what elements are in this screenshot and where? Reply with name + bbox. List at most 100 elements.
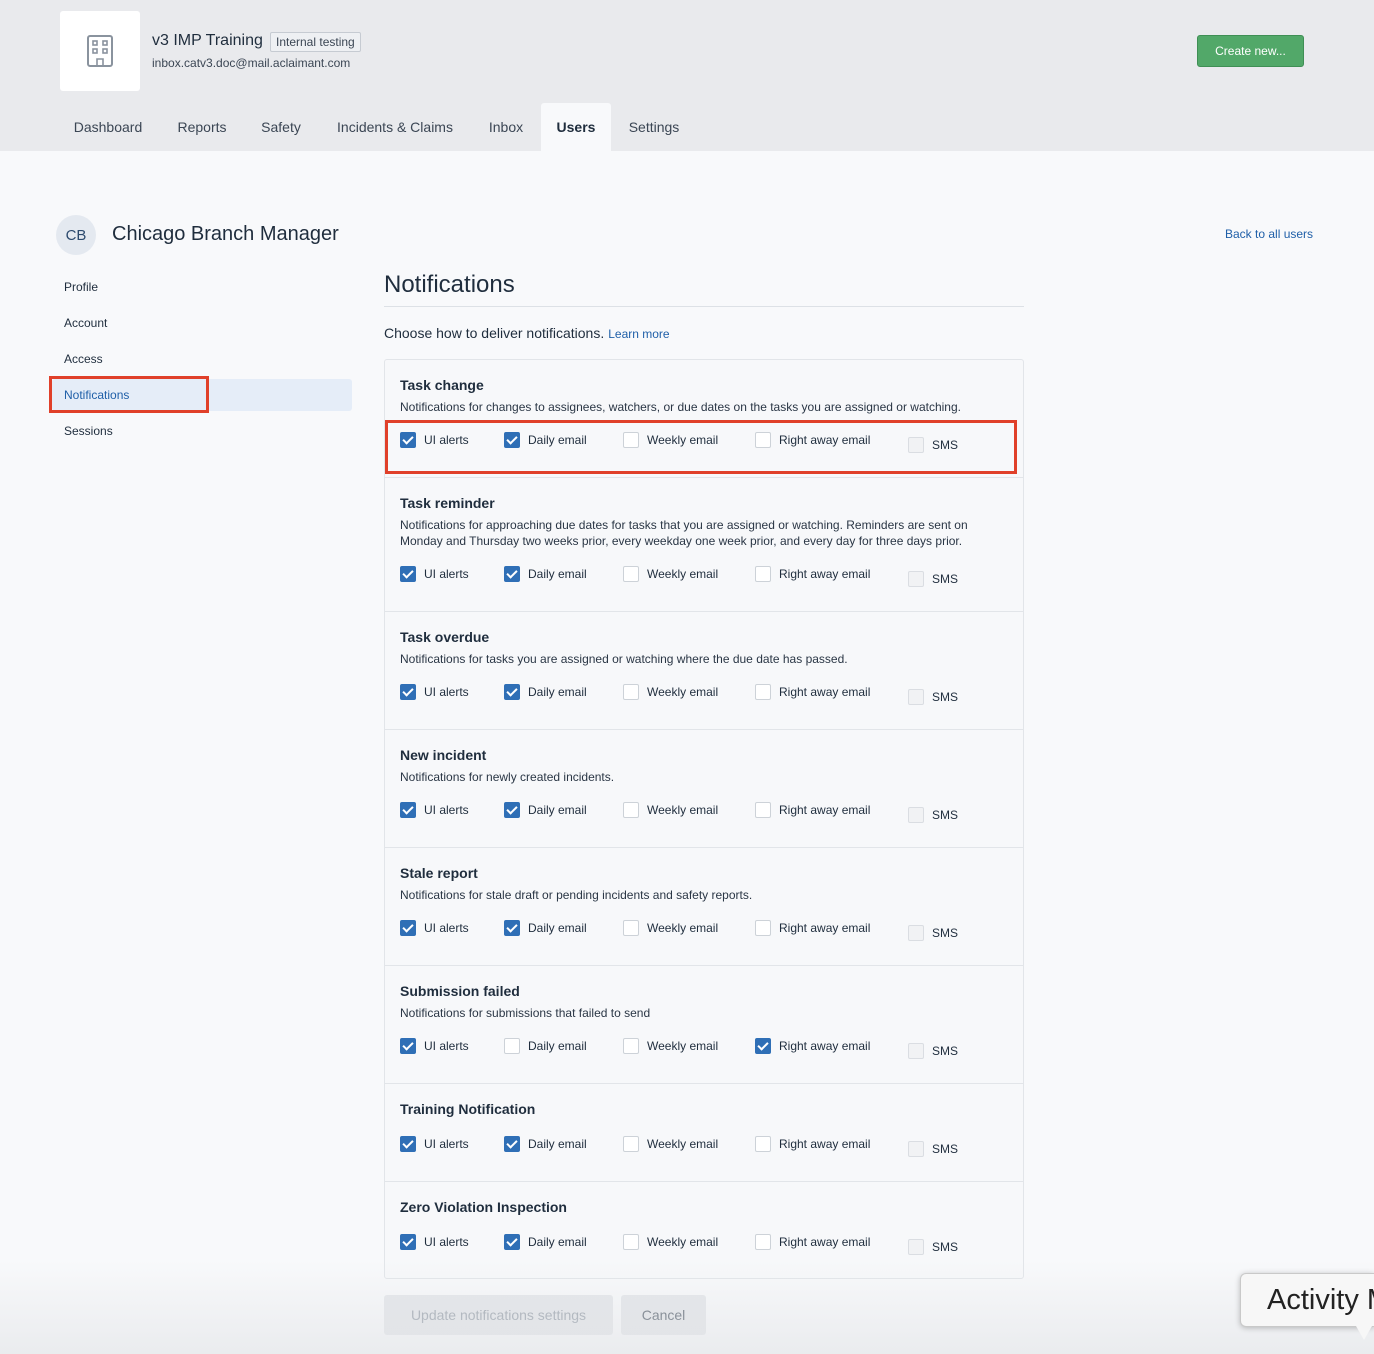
daily-email-checkbox[interactable] — [504, 1234, 520, 1250]
daily-email-option[interactable]: Daily email — [504, 802, 587, 818]
ui-alerts-checkbox[interactable] — [400, 920, 416, 936]
right-away-email-checkbox[interactable] — [755, 1234, 771, 1250]
right-away-email-checkbox[interactable] — [755, 920, 771, 936]
daily-email-option[interactable]: Daily email — [504, 1234, 587, 1250]
group-title: Training Notification — [400, 1101, 536, 1117]
group-title: Task overdue — [400, 629, 490, 645]
building-icon — [87, 35, 113, 67]
sms-option[interactable]: SMS — [908, 1239, 958, 1255]
right-away-email-option[interactable]: Right away email — [755, 684, 870, 700]
weekly-email-checkbox[interactable] — [623, 1136, 639, 1152]
ui-alerts-option[interactable]: UI alerts — [400, 920, 469, 936]
right-away-email-checkbox[interactable] — [755, 684, 771, 700]
daily-email-checkbox[interactable] — [504, 684, 520, 700]
right-away-email-label: Right away email — [779, 1137, 871, 1151]
group-divider — [385, 847, 1023, 848]
daily-email-checkbox[interactable] — [504, 802, 520, 818]
tab-safety[interactable]: Safety — [248, 103, 314, 151]
daily-email-option[interactable]: Daily email — [504, 1038, 587, 1054]
weekly-email-checkbox[interactable] — [623, 802, 639, 818]
daily-email-option[interactable]: Daily email — [504, 684, 587, 700]
ui-alerts-checkbox[interactable] — [400, 684, 416, 700]
right-away-email-option[interactable]: Right away email — [755, 1234, 870, 1250]
page-title: Chicago Branch Manager — [112, 223, 339, 245]
right-away-email-checkbox[interactable] — [755, 1038, 771, 1054]
daily-email-option[interactable]: Daily email — [504, 566, 587, 582]
ui-alerts-checkbox[interactable] — [400, 1038, 416, 1054]
right-away-email-option[interactable]: Right away email — [755, 802, 870, 818]
daily-email-checkbox[interactable] — [504, 1136, 520, 1152]
right-away-email-label: Right away email — [779, 803, 871, 817]
sidebar-item-account[interactable]: Account — [64, 316, 107, 330]
tab-incidents-claims[interactable]: Incidents & Claims — [322, 103, 468, 151]
daily-email-label: Daily email — [528, 1235, 587, 1249]
right-away-email-option[interactable]: Right away email — [755, 1038, 870, 1054]
create-new-button[interactable]: Create new... — [1197, 35, 1304, 67]
tab-reports[interactable]: Reports — [164, 103, 240, 151]
right-away-email-label: Right away email — [779, 1039, 871, 1053]
sms-option[interactable]: SMS — [908, 1141, 958, 1157]
daily-email-checkbox[interactable] — [504, 1038, 520, 1054]
ui-alerts-option[interactable]: UI alerts — [400, 1136, 469, 1152]
weekly-email-option[interactable]: Weekly email — [623, 802, 718, 818]
weekly-email-option[interactable]: Weekly email — [623, 1234, 718, 1250]
update-notifications-button[interactable]: Update notifications settings — [384, 1295, 613, 1335]
ui-alerts-checkbox[interactable] — [400, 1234, 416, 1250]
tab-users[interactable]: Users — [541, 103, 611, 151]
daily-email-checkbox[interactable] — [504, 566, 520, 582]
weekly-email-label: Weekly email — [647, 921, 719, 935]
daily-email-option[interactable]: Daily email — [504, 1136, 587, 1152]
weekly-email-option[interactable]: Weekly email — [623, 1038, 718, 1054]
right-away-email-option[interactable]: Right away email — [755, 920, 870, 936]
right-away-email-option[interactable]: Right away email — [755, 566, 870, 582]
sms-option[interactable]: SMS — [908, 689, 958, 705]
daily-email-label: Daily email — [528, 1137, 587, 1151]
tab-dashboard[interactable]: Dashboard — [60, 103, 156, 151]
group-divider — [385, 477, 1023, 478]
sms-option[interactable]: SMS — [908, 925, 958, 941]
ui-alerts-option[interactable]: UI alerts — [400, 1038, 469, 1054]
ui-alerts-option[interactable]: UI alerts — [400, 802, 469, 818]
back-to-all-users-link[interactable]: Back to all users — [1225, 227, 1313, 241]
right-away-email-checkbox[interactable] — [755, 802, 771, 818]
weekly-email-checkbox[interactable] — [623, 684, 639, 700]
weekly-email-checkbox[interactable] — [623, 920, 639, 936]
sidebar-item-access[interactable]: Access — [64, 352, 103, 366]
weekly-email-option[interactable]: Weekly email — [623, 684, 718, 700]
group-title: Zero Violation Inspection — [400, 1199, 567, 1215]
group-divider — [385, 1181, 1023, 1182]
weekly-email-checkbox[interactable] — [623, 566, 639, 582]
daily-email-option[interactable]: Daily email — [504, 920, 587, 936]
ui-alerts-checkbox[interactable] — [400, 566, 416, 582]
weekly-email-option[interactable]: Weekly email — [623, 566, 718, 582]
right-away-email-checkbox[interactable] — [755, 1136, 771, 1152]
sidebar-item-sessions[interactable]: Sessions — [64, 424, 113, 438]
right-away-email-checkbox[interactable] — [755, 566, 771, 582]
sms-checkbox — [908, 1141, 924, 1157]
tab-inbox[interactable]: Inbox — [476, 103, 536, 151]
org-logo[interactable] — [60, 11, 140, 91]
ui-alerts-label: UI alerts — [424, 921, 469, 935]
sidebar-item-profile[interactable]: Profile — [64, 280, 98, 294]
daily-email-label: Daily email — [528, 685, 587, 699]
weekly-email-checkbox[interactable] — [623, 1038, 639, 1054]
ui-alerts-option[interactable]: UI alerts — [400, 566, 469, 582]
weekly-email-label: Weekly email — [647, 803, 719, 817]
sms-option[interactable]: SMS — [908, 571, 958, 587]
right-away-email-option[interactable]: Right away email — [755, 1136, 870, 1152]
learn-more-link[interactable]: Learn more — [608, 327, 669, 341]
sms-option[interactable]: SMS — [908, 807, 958, 823]
cancel-button[interactable]: Cancel — [621, 1295, 706, 1335]
sms-checkbox — [908, 925, 924, 941]
weekly-email-option[interactable]: Weekly email — [623, 1136, 718, 1152]
ui-alerts-checkbox[interactable] — [400, 802, 416, 818]
ui-alerts-option[interactable]: UI alerts — [400, 1234, 469, 1250]
ui-alerts-checkbox[interactable] — [400, 1136, 416, 1152]
daily-email-checkbox[interactable] — [504, 920, 520, 936]
tab-settings[interactable]: Settings — [616, 103, 692, 151]
sms-option[interactable]: SMS — [908, 1043, 958, 1059]
ui-alerts-option[interactable]: UI alerts — [400, 684, 469, 700]
weekly-email-option[interactable]: Weekly email — [623, 920, 718, 936]
weekly-email-checkbox[interactable] — [623, 1234, 639, 1250]
daily-email-label: Daily email — [528, 567, 587, 581]
